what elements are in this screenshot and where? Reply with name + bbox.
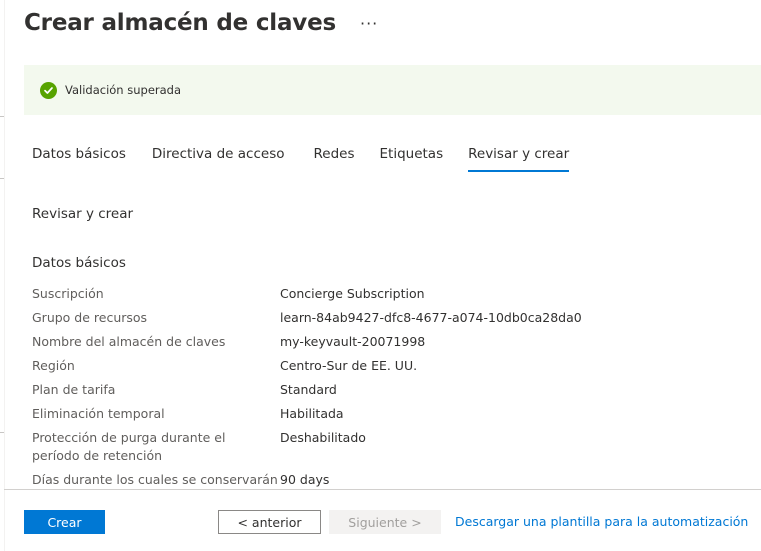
check-circle-icon [40,81,57,99]
more-options-icon[interactable]: ··· [360,14,378,33]
label-suscripcion: Suscripción [32,286,104,301]
label-proteccion-de-purga: Protección de purga durante el período d… [32,430,226,463]
value-proteccion-de-purga: Deshabilitado [280,430,366,445]
value-plan-de-tarifa: Standard [280,382,337,397]
review-heading: Revisar y crear [32,206,134,222]
label-dias-de-conservacion: Días durante los cuales se conservarán [32,472,278,487]
label-plan-de-tarifa: Plan de tarifa [32,382,116,397]
validation-banner: Validación superada [24,65,761,115]
left-edge-tick [0,116,4,117]
next-button[interactable]: Siguiente > [329,510,441,534]
left-edge-divider [0,0,5,551]
tab-redes[interactable]: Redes [314,140,355,172]
value-grupo-de-recursos: learn-84ab9427-dfc8-4677-a074-10db0ca28d… [280,310,582,325]
wizard-tabs: Datos básicos Directiva de acceso Redes … [32,140,570,172]
left-edge-tick [0,432,4,433]
download-template-link[interactable]: Descargar una plantilla para la automati… [455,514,748,529]
value-region: Centro-Sur de EE. UU. [280,358,418,373]
section-heading-datos-basicos: Datos básicos [32,255,126,271]
tab-datos-basicos[interactable]: Datos básicos [32,140,126,172]
label-grupo-de-recursos: Grupo de recursos [32,310,148,325]
create-button[interactable]: Crear [24,510,105,534]
tab-revisar-y-crear[interactable]: Revisar y crear [468,140,570,172]
tab-etiquetas[interactable]: Etiquetas [380,140,444,172]
tab-directiva-de-acceso[interactable]: Directiva de acceso [152,140,285,172]
previous-button[interactable]: < anterior [218,510,321,534]
page-title: Crear almacén de claves [24,10,336,36]
validation-message: Validación superada [65,83,182,97]
label-region: Región [32,358,75,373]
value-eliminacion-temporal: Habilitada [280,406,344,421]
label-nombre-almacen: Nombre del almacén de claves [32,334,226,349]
footer-divider [4,489,761,490]
left-edge-tick [0,178,4,179]
value-suscripcion: Concierge Subscription [280,286,425,301]
value-dias-de-conservacion: 90 days [280,472,330,487]
page-header: Crear almacén de claves ··· [24,10,378,36]
value-nombre-almacen: my-keyvault-20071998 [280,334,426,349]
label-eliminacion-temporal: Eliminación temporal [32,406,165,421]
create-key-vault-page: Crear almacén de claves ··· Validación s… [0,0,761,551]
